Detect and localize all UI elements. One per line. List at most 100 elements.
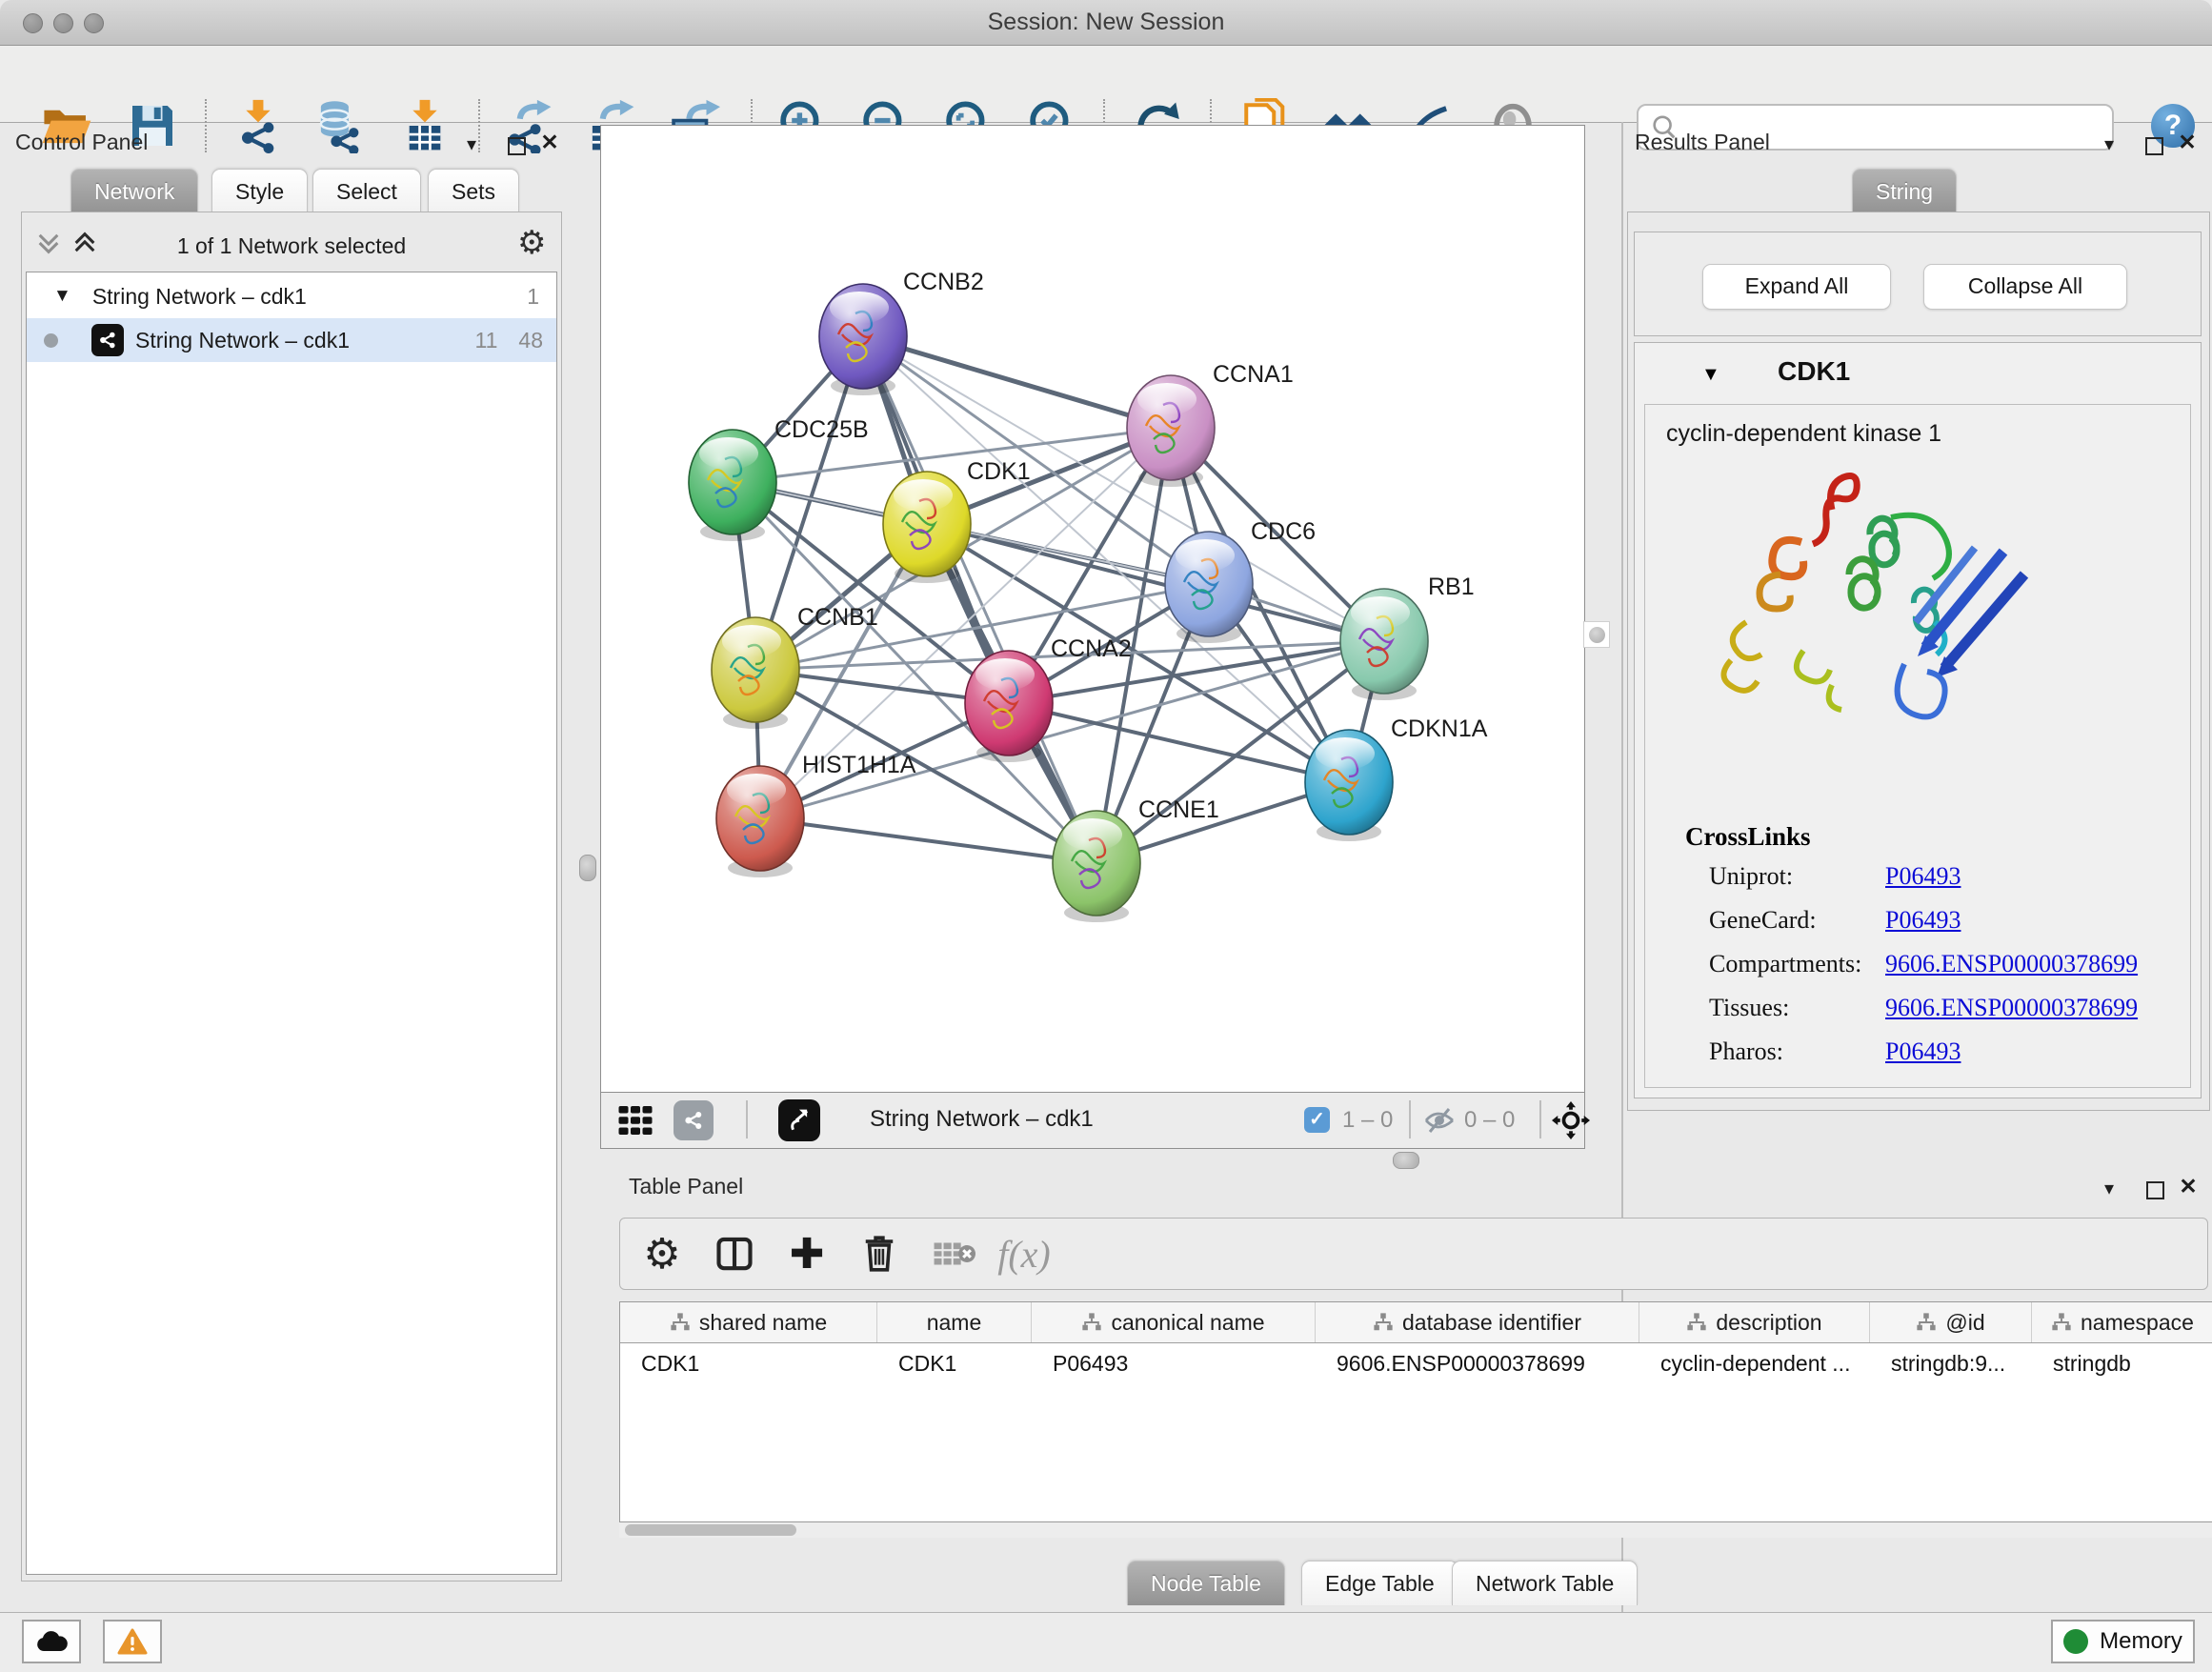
selected-nodes-checkbox[interactable]: ✓ [1304,1107,1330,1133]
table-row[interactable]: CDK1 CDK1 P06493 9606.ENSP00000378699 cy… [620,1343,2212,1383]
network-column-icon [1081,1312,1102,1333]
network-edge-count: 48 [518,328,543,353]
node-label: RB1 [1428,574,1475,600]
function-builder-button[interactable]: f(x) [994,1224,1055,1283]
cell-shared-name[interactable]: CDK1 [620,1343,877,1383]
network-node-CCNB2[interactable]: CCNB2 [819,269,984,395]
panel-menu-icon[interactable]: ▾ [2098,1176,2121,1200]
expand-collapse-bar: Expand All Collapse All [1634,232,2202,336]
tab-node-table[interactable]: Node Table [1127,1561,1285,1605]
network-row[interactable]: String Network – cdk1 11 48 [27,318,556,362]
tab-sets[interactable]: Sets [428,169,519,213]
table-settings-gear-icon[interactable]: ⚙ [632,1224,693,1283]
tab-string[interactable]: String [1852,169,1957,213]
cell-id[interactable]: stringdb:9... [1870,1343,2032,1383]
gene-symbol: CDK1 [1778,356,1850,387]
scrollbar-thumb[interactable] [625,1524,796,1536]
network-node-CDC25B[interactable]: CDC25B [689,416,869,541]
collapse-all-button[interactable]: Collapse All [1923,264,2127,310]
network-status-dot [44,333,58,348]
tab-network[interactable]: Network [70,169,198,213]
network-options-gear-icon[interactable]: ⚙ [517,224,546,262]
left-splitter-handle[interactable] [579,855,596,881]
tab-edge-table[interactable]: Edge Table [1301,1561,1458,1605]
network-view-type-button[interactable] [674,1100,714,1140]
network-node-CDKN1A[interactable]: CDKN1A [1305,715,1488,841]
crosslink-compartments-link[interactable]: 9606.ENSP00000378699 [1885,950,2138,978]
network-edge[interactable] [760,818,1096,863]
right-splitter-handle[interactable] [1583,621,1610,648]
panel-menu-icon[interactable]: ▾ [2098,131,2121,156]
column-header-database-identifier[interactable]: database identifier [1316,1302,1639,1342]
control-panel-title: Control Panel [15,130,148,155]
network-edge[interactable] [1009,703,1349,782]
network-edge[interactable] [863,336,1096,863]
network-node-CDK1[interactable]: CDK1 [883,458,1031,583]
network-collection-row[interactable]: ▼ String Network – cdk1 1 [27,274,556,318]
panel-float-icon[interactable] [2142,133,2165,158]
crosslink-label: Compartments: [1709,950,1861,978]
network-view-title: String Network – cdk1 [870,1106,1094,1133]
warning-icon [117,1628,148,1655]
delete-column-button[interactable] [849,1224,910,1283]
column-header-shared-name[interactable]: shared name [620,1302,877,1342]
panel-close-icon[interactable]: ✕ [538,130,561,154]
birdseye-view-button[interactable] [778,1099,820,1141]
network-graph[interactable]: CCNB2CCNA1CDC25BCDK1CDC6RB1CCNB1CCNA2CDK… [601,126,1584,1092]
show-columns-button[interactable] [704,1224,765,1283]
panel-float-icon[interactable] [505,133,528,158]
control-panel: Control Panel ▾ ✕ Network Style Select S… [0,122,583,1612]
selected-count: 1 – 0 [1342,1107,1393,1134]
column-header-description[interactable]: description [1639,1302,1870,1342]
panel-close-icon[interactable]: ✕ [2177,1174,2200,1199]
network-node-CCNE1[interactable]: CCNE1 [1053,796,1219,922]
tab-select[interactable]: Select [312,169,421,213]
crosslink-label: Tissues: [1709,994,1789,1022]
network-type-icon [91,324,124,356]
cell-canonical-name[interactable]: P06493 [1032,1343,1316,1383]
table-panel-title: Table Panel [629,1174,743,1199]
crosslink-genecard-link[interactable]: P06493 [1885,906,1961,935]
collapse-triangle-icon[interactable]: ▼ [1701,364,1720,386]
collapse-triangle-icon[interactable]: ▼ [53,286,71,307]
column-header-name[interactable]: name [877,1302,1032,1342]
grid-view-button[interactable] [616,1101,654,1144]
panel-float-icon[interactable] [2143,1178,2166,1202]
cloud-status-button[interactable] [22,1620,81,1663]
gene-details: cyclin-dependent kinase 1 [1644,404,2191,1088]
column-header-namespace[interactable]: namespace [2032,1302,2212,1342]
column-header-id[interactable]: @id [1870,1302,2032,1342]
create-column-button[interactable]: ✚ [776,1224,837,1283]
network-tree: ▼ String Network – cdk1 1 String Network… [26,272,557,1575]
crosslink-pharos-link[interactable]: P06493 [1885,1037,1961,1066]
node-table[interactable]: shared name name canonical name database… [619,1301,2212,1522]
memory-button[interactable]: Memory [2051,1620,2195,1663]
panel-close-icon[interactable]: ✕ [2176,130,2199,154]
tab-network-table[interactable]: Network Table [1452,1561,1638,1605]
network-canvas[interactable]: CCNB2CCNA1CDC25BCDK1CDC6RB1CCNB1CCNA2CDK… [600,125,1585,1093]
network-node-HIST1H1A[interactable]: HIST1H1A [716,752,916,877]
network-edge[interactable] [863,336,1171,428]
expand-all-button[interactable]: Expand All [1702,264,1891,310]
cell-name[interactable]: CDK1 [877,1343,1032,1383]
node-label: CCNA2 [1051,635,1132,662]
delete-table-button[interactable] [923,1224,984,1283]
crosslink-uniprot-link[interactable]: P06493 [1885,862,1961,891]
node-label: CDC6 [1251,518,1316,545]
cell-namespace[interactable]: stringdb [2032,1343,2212,1383]
warnings-button[interactable] [103,1620,162,1663]
tab-style[interactable]: Style [211,169,308,213]
titlebar: Session: New Session [0,0,2212,46]
cell-description[interactable]: cyclin-dependent ... [1639,1343,1870,1383]
panel-menu-icon[interactable]: ▾ [460,131,483,156]
network-column-icon [1373,1312,1394,1333]
crosslink-tissues-link[interactable]: 9606.ENSP00000378699 [1885,994,2138,1022]
cloud-icon [35,1630,68,1653]
network-node-RB1[interactable]: RB1 [1340,574,1475,700]
network-node-CDC6[interactable]: CDC6 [1165,518,1316,643]
column-header-canonical-name[interactable]: canonical name [1032,1302,1316,1342]
network-node-count: 11 [475,328,498,353]
cell-database-identifier[interactable]: 9606.ENSP00000378699 [1316,1343,1639,1383]
fit-selected-button[interactable] [1552,1101,1590,1144]
table-horizontal-scrollbar[interactable] [619,1522,2212,1538]
